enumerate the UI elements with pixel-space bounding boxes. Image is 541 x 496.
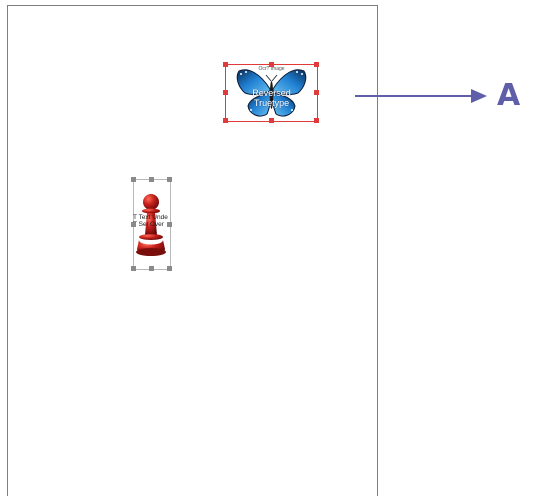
resize-handle-bottom[interactable]: [149, 266, 154, 271]
resize-handle-top[interactable]: [149, 177, 154, 182]
resize-handle-right[interactable]: [167, 222, 172, 227]
resize-handle-bottom-left[interactable]: [131, 266, 136, 271]
callout-arrow-line: [355, 95, 475, 97]
resize-handle-top-right[interactable]: [167, 177, 172, 182]
resize-handle-bottom[interactable]: [269, 118, 274, 123]
resize-handle-top-left[interactable]: [131, 177, 136, 182]
overlay-text-line1: Reversed: [252, 88, 291, 98]
pawn-image-object[interactable]: T Text Unde T Sel Over: [131, 177, 172, 271]
resize-handle-bottom-left[interactable]: [223, 118, 228, 123]
resize-handle-left[interactable]: [223, 90, 228, 95]
callout-letter: A: [497, 78, 521, 113]
resize-handle-top-right[interactable]: [314, 62, 319, 67]
resize-handle-bottom-right[interactable]: [314, 118, 319, 123]
resize-handle-top-left[interactable]: [223, 62, 228, 67]
resize-handle-bottom-right[interactable]: [167, 266, 172, 271]
overlay-text-line2: Truetype: [253, 98, 290, 108]
resize-handle-top[interactable]: [269, 62, 274, 67]
resize-handle-left[interactable]: [131, 222, 136, 227]
pawn-overlay-text-line1: T Text Unde: [133, 214, 168, 221]
overlay-text: Reversed Truetype: [226, 88, 317, 108]
butterfly-image-object[interactable]: Ocr? Image Reversed Truetype: [223, 62, 319, 123]
callout-arrow-head-icon: [471, 89, 487, 103]
resize-handle-right[interactable]: [314, 90, 319, 95]
document-page: Ocr? Image Reversed Truetype T Text Unde…: [7, 5, 378, 496]
